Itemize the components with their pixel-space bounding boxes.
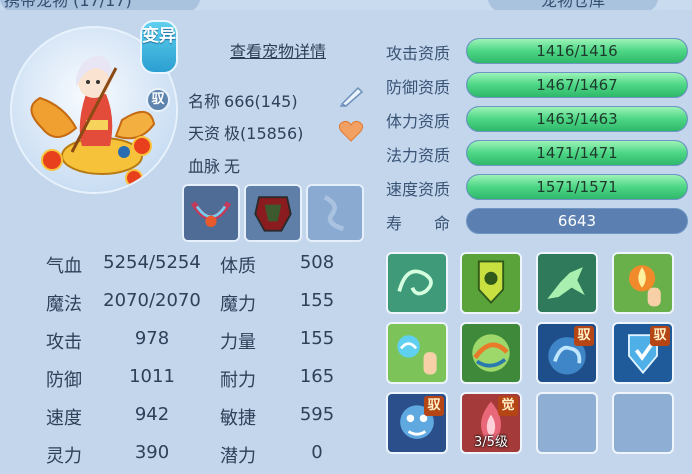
necklace-icon xyxy=(184,186,238,240)
aptitude-bar: 1463/1463 xyxy=(466,106,688,132)
pet-bloodline-row: 血脉无 xyxy=(188,153,240,177)
skill-tag-badge: 驭 xyxy=(574,326,594,346)
stat-label: 潜力 xyxy=(220,446,256,467)
stat-label: 速度 xyxy=(46,408,82,429)
stat-label: 灵力 xyxy=(46,446,82,467)
pet-talent-label: 天资 xyxy=(188,124,221,143)
aptitude-label: 体力资质 xyxy=(386,112,451,131)
aptitude-bar: 1471/1471 xyxy=(466,140,688,166)
skill-slot[interactable]: 驭 xyxy=(386,392,448,454)
skill-slot[interactable] xyxy=(612,252,674,314)
stat-value: 155 xyxy=(299,328,335,349)
skill-slot[interactable] xyxy=(386,322,448,384)
aptitude-label: 攻击资质 xyxy=(386,44,451,63)
skill-level-label: 3/5级 xyxy=(474,435,508,450)
skill-slot[interactable]: 觉 3/5级 xyxy=(460,392,522,454)
fire-palm-icon xyxy=(614,254,672,312)
aptitude-bar: 6643 xyxy=(466,208,688,234)
pet-name-row: 名称 666(145) xyxy=(188,88,298,112)
heart-icon[interactable] xyxy=(338,120,364,142)
skill-tag-badge: 觉 xyxy=(498,396,518,416)
aptitude-row: 速度资质 1571/1571 xyxy=(386,174,690,200)
stat-label: 耐力 xyxy=(220,370,256,391)
pet-talent-value: 极(15856) xyxy=(224,124,304,143)
skill-slot[interactable] xyxy=(536,252,598,314)
wind-swirl-icon xyxy=(388,254,446,312)
stat-value: 155 xyxy=(299,290,335,311)
aptitude-value: 1467/1467 xyxy=(536,76,618,94)
pet-bloodline-label: 血脉 xyxy=(188,157,221,176)
skill-slot[interactable]: 驭 xyxy=(612,322,674,384)
aptitude-row: 攻击资质 1416/1416 xyxy=(386,38,690,64)
pet-name-value: 666(145) xyxy=(224,92,298,111)
horse-leap-icon xyxy=(538,254,596,312)
equip-slot-2[interactable] xyxy=(244,184,302,242)
skill-tag-badge: 驭 xyxy=(424,396,444,416)
stat-label: 敏捷 xyxy=(220,408,256,429)
stat-label: 防御 xyxy=(46,370,82,391)
pet-name-label: 名称 xyxy=(188,92,221,111)
aptitude-value: 1416/1416 xyxy=(536,42,618,60)
aptitude-bar: 1416/1416 xyxy=(466,38,688,64)
stat-value: 508 xyxy=(299,252,335,273)
aptitude-value: 6643 xyxy=(557,212,597,230)
pet-bloodline-value: 无 xyxy=(224,157,241,176)
stat-value: 0 xyxy=(311,442,323,463)
shield-banner-icon xyxy=(462,254,520,312)
stat-label: 气血 xyxy=(46,256,82,277)
aptitude-row: 寿 命 6643 xyxy=(386,208,690,234)
skill-slot[interactable] xyxy=(386,252,448,314)
skill-slot[interactable] xyxy=(460,252,522,314)
aptitude-label: 速度资质 xyxy=(386,180,451,199)
stat-label: 魔法 xyxy=(46,294,82,315)
empty-skill-slot[interactable] xyxy=(612,392,674,454)
stat-value: 942 xyxy=(134,404,170,425)
armor-icon xyxy=(246,186,300,240)
aptitude-value: 1471/1471 xyxy=(536,144,618,162)
stat-value: 978 xyxy=(134,328,170,349)
aptitude-bar: 1467/1467 xyxy=(466,72,688,98)
stat-value: 5254/5254 xyxy=(103,252,201,273)
pet-talent-row: 天资 极(15856) xyxy=(188,120,303,144)
aptitude-value: 1463/1463 xyxy=(536,110,618,128)
empty-skill-slot[interactable] xyxy=(536,392,598,454)
aptitude-row: 防御资质 1467/1467 xyxy=(386,72,690,98)
aptitude-row: 法力资质 1471/1471 xyxy=(386,140,690,166)
stat-label: 魔力 xyxy=(220,294,256,315)
stat-value: 390 xyxy=(134,442,170,463)
view-pet-details-link[interactable]: 查看宠物详情 xyxy=(230,38,326,62)
equip-slot-1[interactable] xyxy=(182,184,240,242)
edit-name-icon[interactable] xyxy=(338,84,366,108)
stat-value: 1011 xyxy=(129,366,175,387)
aptitude-row: 体力资质 1463/1463 xyxy=(386,106,690,132)
aptitude-label: 寿 命 xyxy=(386,214,451,233)
skill-tag-badge: 驭 xyxy=(650,326,670,346)
stat-label: 攻击 xyxy=(46,332,82,353)
aptitude-bar: 1571/1571 xyxy=(466,174,688,200)
aptitude-value: 1571/1571 xyxy=(536,178,618,196)
equip-slot-3[interactable] xyxy=(306,184,364,242)
mutation-badge: 变异 xyxy=(140,20,178,74)
stat-value: 2070/2070 xyxy=(103,290,201,311)
aptitude-label: 法力资质 xyxy=(386,146,451,165)
skill-slot[interactable]: 驭 xyxy=(536,322,598,384)
nature-orb-icon xyxy=(462,324,520,382)
stat-label: 力量 xyxy=(220,332,256,353)
stat-value: 595 xyxy=(299,404,335,425)
stat-value: 165 xyxy=(299,366,335,387)
stat-label: 体质 xyxy=(220,256,256,277)
skill-slot[interactable] xyxy=(460,322,522,384)
water-palm-icon xyxy=(388,324,446,382)
drive-badge: 驭 xyxy=(146,88,170,112)
empty-ornament-icon xyxy=(308,186,362,240)
aptitude-label: 防御资质 xyxy=(386,78,451,97)
